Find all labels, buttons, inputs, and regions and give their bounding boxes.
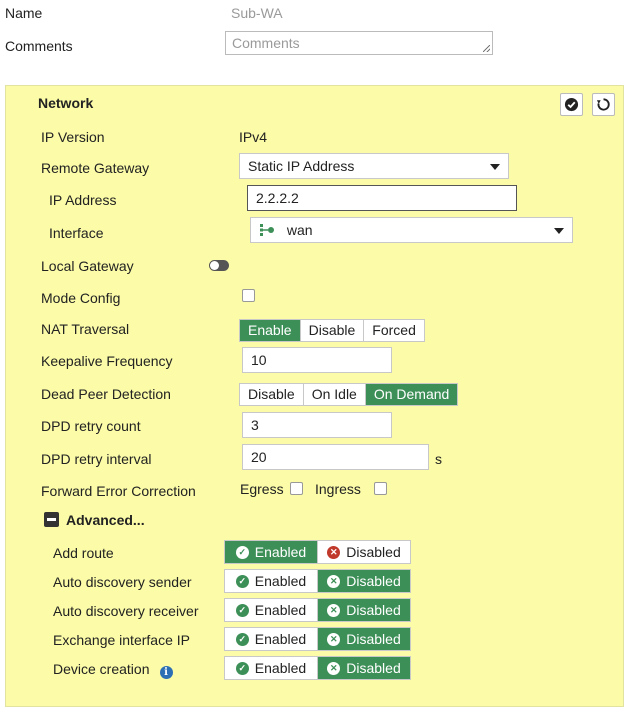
- auto-discovery-receiver-disabled[interactable]: ✕ Disabled: [318, 599, 410, 621]
- revert-icon: [596, 98, 610, 111]
- dpd-retry-interval-label: DPD retry interval: [41, 451, 152, 467]
- name-label: Name: [5, 5, 43, 21]
- advanced-row-label: Add route: [53, 545, 114, 561]
- auto-discovery-receiver-selector: ✓ Enabled ✕ Disabled: [224, 598, 411, 622]
- disabled-label: Disabled: [346, 631, 401, 647]
- caret-down-icon: [490, 164, 500, 170]
- enabled-label: Enabled: [254, 660, 307, 676]
- auto-discovery-sender-selector: ✓ Enabled ✕ Disabled: [224, 569, 411, 593]
- remote-gateway-value: Static IP Address: [248, 158, 355, 174]
- check-circle-icon: ✓: [235, 545, 249, 559]
- advanced-row-label: Auto discovery sender: [53, 574, 192, 590]
- device-creation-enabled[interactable]: ✓ Enabled: [225, 657, 318, 679]
- toggle-knob: [210, 261, 219, 270]
- dpd-selector: Disable On Idle On Demand: [239, 383, 459, 406]
- collapse-minus-icon[interactable]: [44, 512, 59, 527]
- advanced-row-label: Device creation: [53, 661, 150, 677]
- fec-egress-label: Egress: [240, 481, 284, 497]
- x-circle-icon: ✕: [327, 574, 341, 588]
- auto-discovery-receiver-enabled[interactable]: ✓ Enabled: [225, 599, 318, 621]
- fec-ingress-label: Ingress: [315, 481, 361, 497]
- check-circle-icon: ✓: [235, 574, 249, 588]
- advanced-row-label: Exchange interface IP: [53, 632, 190, 648]
- comments-label: Comments: [5, 38, 73, 54]
- x-circle-icon: ✕: [327, 545, 341, 559]
- fec-ingress-checkbox[interactable]: [374, 482, 387, 495]
- disabled-label: Disabled: [346, 602, 401, 618]
- ip-version-value: IPv4: [239, 129, 268, 145]
- interface-value: wan: [286, 222, 313, 238]
- interface-label: Interface: [49, 225, 104, 241]
- device-creation-disabled[interactable]: ✕ Disabled: [318, 657, 410, 679]
- mode-config-label: Mode Config: [41, 290, 121, 306]
- name-value: Sub-WA: [231, 5, 283, 21]
- auto-discovery-sender-disabled[interactable]: ✕ Disabled: [318, 570, 410, 592]
- dpd-disable[interactable]: Disable: [240, 384, 304, 405]
- x-circle-icon: ✕: [327, 632, 341, 646]
- comments-field[interactable]: [225, 31, 493, 55]
- advanced-row-device-creation: Device creation i: [53, 661, 173, 679]
- section-title-network: Network: [38, 95, 94, 111]
- check-circle-icon: ✓: [235, 632, 249, 646]
- dpd-retry-interval-unit: s: [435, 451, 442, 467]
- interface-select[interactable]: wan: [250, 217, 573, 243]
- x-circle-icon: ✕: [327, 603, 341, 617]
- nat-traversal-label: NAT Traversal: [41, 321, 130, 337]
- advanced-row-label: Auto discovery receiver: [53, 603, 199, 619]
- dpd-retry-interval-input[interactable]: 20: [242, 444, 429, 470]
- dpd-label: Dead Peer Detection: [41, 386, 171, 402]
- check-circle-icon: ✓: [235, 603, 249, 617]
- mode-config-checkbox[interactable]: [242, 289, 255, 302]
- local-gateway-label: Local Gateway: [41, 258, 134, 274]
- revert-button[interactable]: [592, 93, 615, 116]
- device-creation-selector: ✓ Enabled ✕ Disabled: [224, 656, 411, 680]
- info-icon[interactable]: i: [159, 666, 173, 679]
- disabled-label: Disabled: [346, 660, 401, 676]
- enabled-label: Enabled: [254, 631, 307, 647]
- fec-egress-checkbox[interactable]: [290, 482, 303, 495]
- check-circle-icon: ✓: [235, 661, 249, 675]
- nat-traversal-forced[interactable]: Forced: [364, 320, 424, 341]
- dpd-retry-count-input[interactable]: 3: [242, 412, 392, 438]
- keepalive-input[interactable]: 10: [242, 347, 392, 373]
- disabled-label: Disabled: [346, 544, 401, 560]
- comments-input[interactable]: [226, 32, 492, 54]
- remote-gateway-label: Remote Gateway: [41, 160, 150, 176]
- nat-traversal-enable[interactable]: Enable: [240, 320, 301, 341]
- ip-address-label: IP Address: [49, 192, 117, 208]
- enabled-label: Enabled: [254, 602, 307, 618]
- caret-down-icon: [554, 228, 564, 234]
- checkmark-circle-icon: [564, 97, 579, 112]
- network-panel: Network IP Version IPv4 Remote Gateway S…: [5, 85, 624, 707]
- enabled-label: Enabled: [254, 544, 307, 560]
- dpd-on-idle[interactable]: On Idle: [304, 384, 366, 405]
- apply-button[interactable]: [560, 93, 583, 116]
- resize-grip-icon[interactable]: [483, 45, 490, 52]
- dpd-on-demand[interactable]: On Demand: [365, 384, 458, 405]
- local-gateway-toggle[interactable]: [209, 260, 229, 271]
- remote-gateway-select[interactable]: Static IP Address: [239, 153, 509, 179]
- fec-label: Forward Error Correction: [41, 483, 196, 499]
- interface-icon: [260, 224, 274, 236]
- nat-traversal-selector: Enable Disable Forced: [239, 319, 425, 342]
- nat-traversal-disable[interactable]: Disable: [301, 320, 365, 341]
- add-route-enabled[interactable]: ✓ Enabled: [225, 541, 318, 563]
- enabled-label: Enabled: [254, 573, 307, 589]
- exchange-interface-ip-selector: ✓ Enabled ✕ Disabled: [224, 627, 411, 651]
- keepalive-label: Keepalive Frequency: [41, 353, 173, 369]
- advanced-toggle[interactable]: Advanced...: [66, 512, 145, 528]
- ip-version-label: IP Version: [41, 129, 105, 145]
- add-route-selector: ✓ Enabled ✕ Disabled: [224, 540, 411, 564]
- disabled-label: Disabled: [346, 573, 401, 589]
- exchange-interface-ip-disabled[interactable]: ✕ Disabled: [318, 628, 410, 650]
- add-route-disabled[interactable]: ✕ Disabled: [318, 541, 410, 563]
- ip-address-input[interactable]: 2.2.2.2: [247, 185, 517, 211]
- auto-discovery-sender-enabled[interactable]: ✓ Enabled: [225, 570, 318, 592]
- dpd-retry-count-label: DPD retry count: [41, 418, 141, 434]
- x-circle-icon: ✕: [327, 661, 341, 675]
- exchange-interface-ip-enabled[interactable]: ✓ Enabled: [225, 628, 318, 650]
